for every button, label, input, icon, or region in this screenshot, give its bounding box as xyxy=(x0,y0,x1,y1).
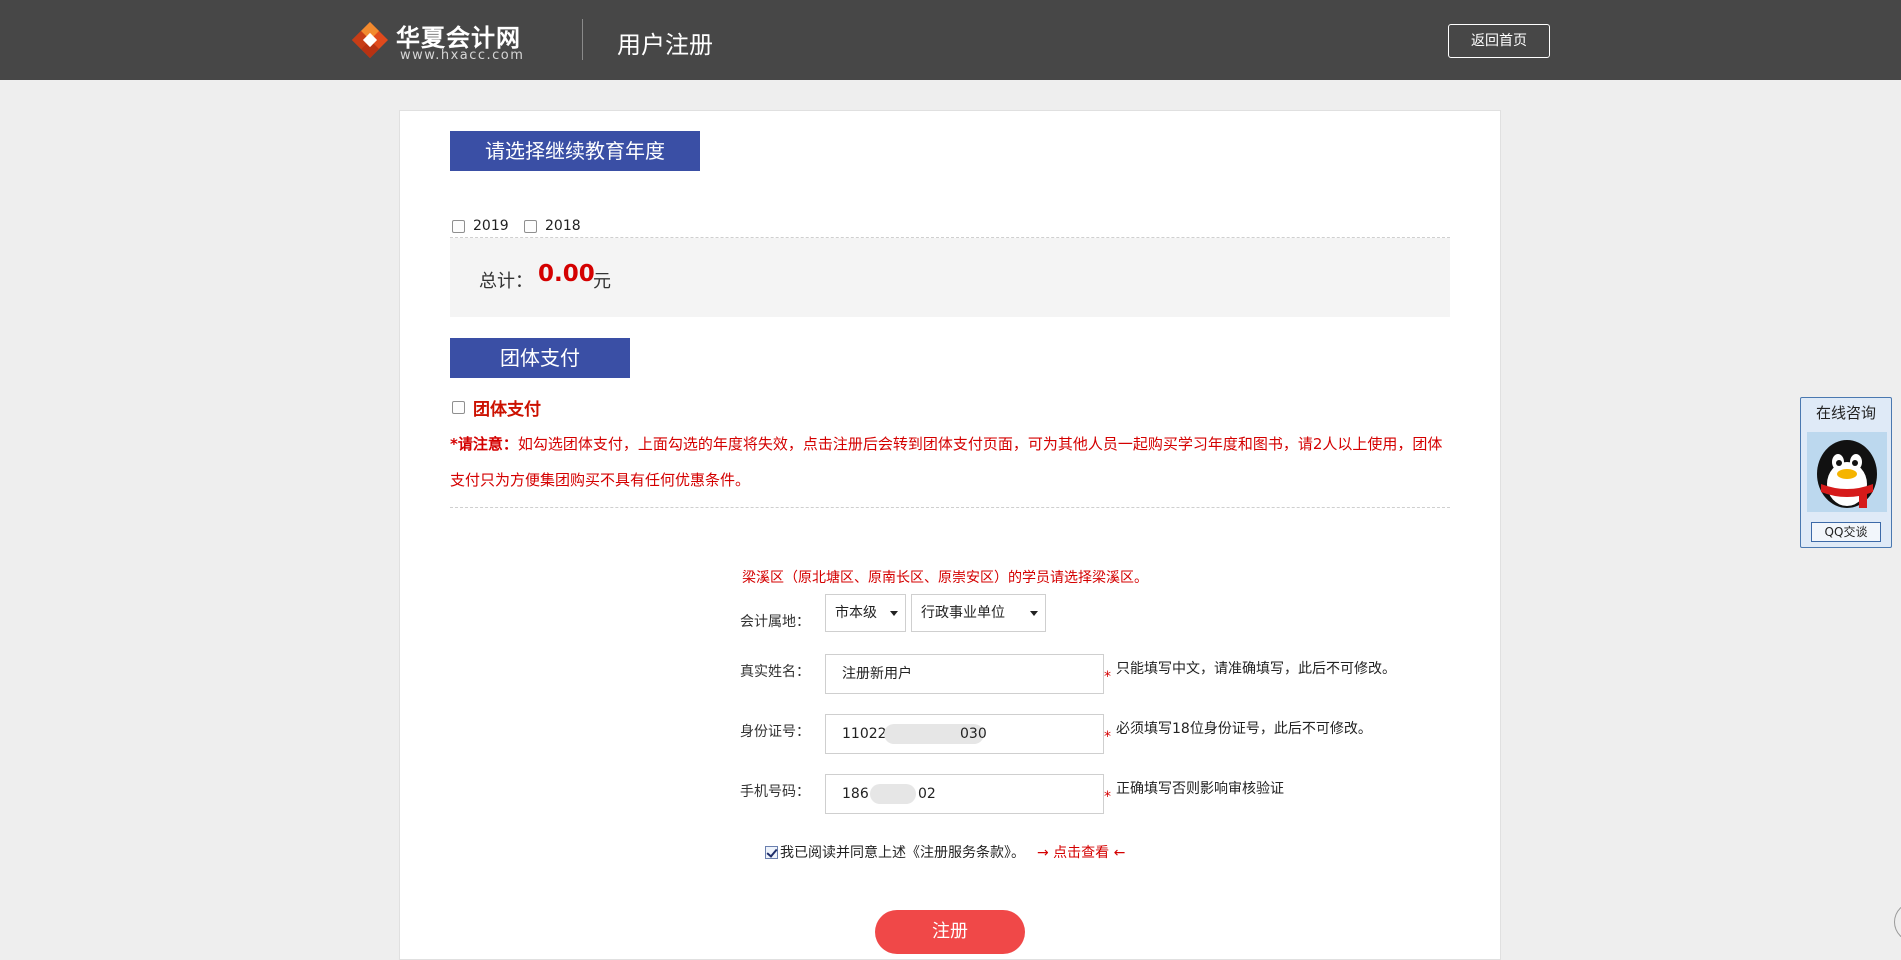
total-value: 0.00 xyxy=(538,261,595,287)
qq-widget-title: 在线咨询 xyxy=(1815,404,1876,422)
real-name-label: 真实姓名： xyxy=(740,664,810,680)
view-terms-link[interactable]: → 点击查看 ← xyxy=(1037,842,1125,862)
home-button[interactable]: 返回首页 xyxy=(1448,24,1550,58)
phone-end: 02 xyxy=(918,786,936,802)
notice-text: 如勾选团体支付，上面勾选的年度将失效，点击注册后会转到团体支付页面，可为其他人员… xyxy=(450,435,1443,489)
agree-text: 我已阅读并同意上述《注册服务条款》。 xyxy=(780,845,1025,861)
required-mark: * xyxy=(1104,669,1111,685)
unit-type-select-value: 行政事业单位 xyxy=(921,605,1005,621)
total-box: 总计： 0.00 元 xyxy=(450,238,1450,317)
top-header: 华夏会计网 www.hxacc.com 用户注册 返回首页 xyxy=(0,0,1901,80)
id-number-end: 030 xyxy=(960,726,987,742)
total-label: 总计： xyxy=(479,271,533,292)
page-title: 用户注册 xyxy=(617,31,713,59)
required-mark: * xyxy=(1104,729,1111,745)
total-unit: 元 xyxy=(593,271,611,292)
group-pay-label: 团体支付 xyxy=(473,400,541,420)
year-option-2019[interactable]: 2019 xyxy=(452,216,509,236)
agreement-row: 我已阅读并同意上述《注册服务条款》。 → 点击查看 ← xyxy=(765,842,1125,862)
accounting-location-label: 会计属地： xyxy=(740,614,810,630)
id-number-input[interactable]: 11022 030 xyxy=(825,714,1104,754)
divider xyxy=(450,507,1450,508)
redacted-blur xyxy=(870,784,916,804)
year-2019-checkbox[interactable] xyxy=(452,219,465,233)
phone-input[interactable]: 186 02 xyxy=(825,774,1104,814)
phone-start: 186 xyxy=(842,786,869,802)
required-mark: * xyxy=(1104,789,1111,805)
logo-diamond-icon xyxy=(352,22,388,58)
register-button[interactable]: 注册 xyxy=(875,910,1025,954)
level-select-value: 市本级 xyxy=(835,605,877,621)
real-name-value: 注册新用户 xyxy=(842,666,912,682)
year-2019-label: 2019 xyxy=(473,218,509,234)
group-pay-checkbox[interactable] xyxy=(452,401,465,414)
chevron-down-icon xyxy=(1030,611,1038,616)
district-note: 梁溪区（原北塘区、原南长区、原崇安区）的学员请选择梁溪区。 xyxy=(742,570,1148,586)
qq-consult-widget: 在线咨询 QQ交谈 xyxy=(1800,397,1892,548)
phone-hint: 正确填写否则影响审核验证 xyxy=(1116,781,1284,797)
chevron-down-icon xyxy=(890,611,898,616)
logo-url: www.hxacc.com xyxy=(400,48,525,63)
group-section-heading: 团体支付 xyxy=(450,338,630,378)
id-number-start: 11022 xyxy=(842,726,887,742)
agree-checkbox[interactable] xyxy=(765,845,778,859)
group-pay-notice: *请注意：如勾选团体支付，上面勾选的年度将失效，点击注册后会转到团体支付页面，可… xyxy=(450,426,1450,498)
year-2018-label: 2018 xyxy=(545,218,581,234)
year-2018-checkbox[interactable] xyxy=(524,219,537,233)
real-name-input[interactable]: 注册新用户 xyxy=(825,654,1104,694)
header-divider xyxy=(582,19,583,60)
scroll-edge-indicator xyxy=(1894,902,1901,942)
year-option-2018[interactable]: 2018 xyxy=(524,216,581,236)
phone-label: 手机号码： xyxy=(740,784,810,800)
qq-penguin-icon xyxy=(1807,432,1887,512)
level-select[interactable]: 市本级 xyxy=(825,594,906,632)
id-number-hint: 必须填写18位身份证号，此后不可修改。 xyxy=(1116,721,1372,737)
group-pay-option[interactable]: 团体支付 xyxy=(452,395,541,420)
notice-prefix: *请注意： xyxy=(450,435,518,453)
id-number-label: 身份证号： xyxy=(740,724,810,740)
qq-chat-button[interactable]: QQ交谈 xyxy=(1811,522,1881,542)
year-section-heading: 请选择继续教育年度 xyxy=(450,131,700,171)
site-logo[interactable]: 华夏会计网 www.hxacc.com xyxy=(350,20,530,64)
unit-type-select[interactable]: 行政事业单位 xyxy=(911,594,1046,632)
real-name-hint: 只能填写中文，请准确填写，此后不可修改。 xyxy=(1116,661,1396,677)
